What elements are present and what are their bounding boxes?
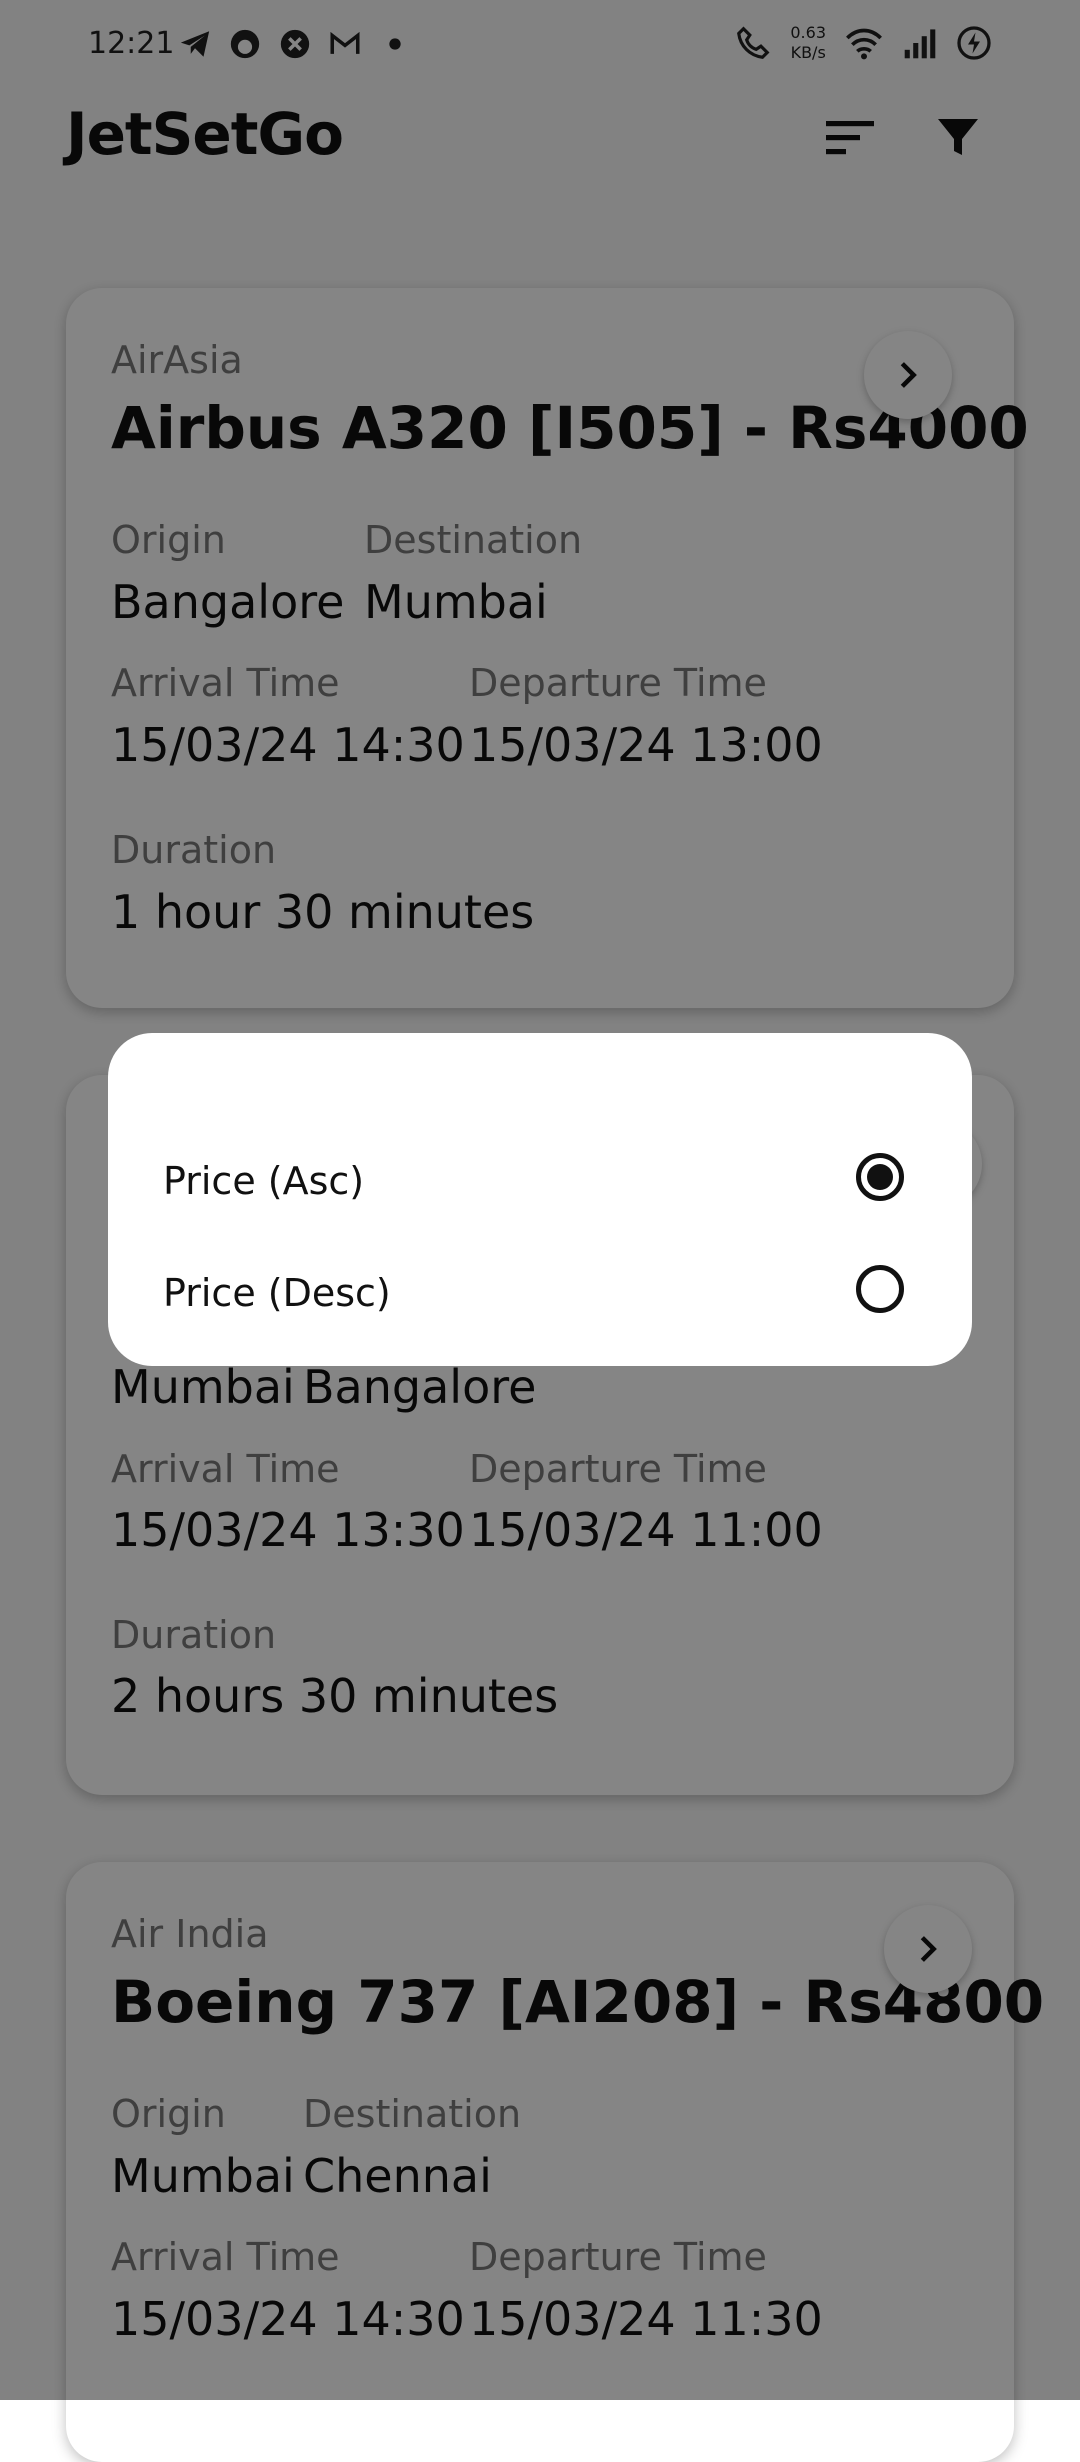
sort-option-price-desc[interactable]: Price (Desc) [108,1241,972,1341]
sort-option-label: Price (Desc) [163,1271,391,1315]
radio-selected-icon[interactable] [856,1153,904,1201]
sort-option-label: Price (Asc) [163,1159,365,1203]
sort-dialog: Price (Asc) Price (Desc) [108,1033,972,1366]
radio-unselected-icon[interactable] [856,1265,904,1313]
sort-option-price-asc[interactable]: Price (Asc) [108,1129,972,1229]
